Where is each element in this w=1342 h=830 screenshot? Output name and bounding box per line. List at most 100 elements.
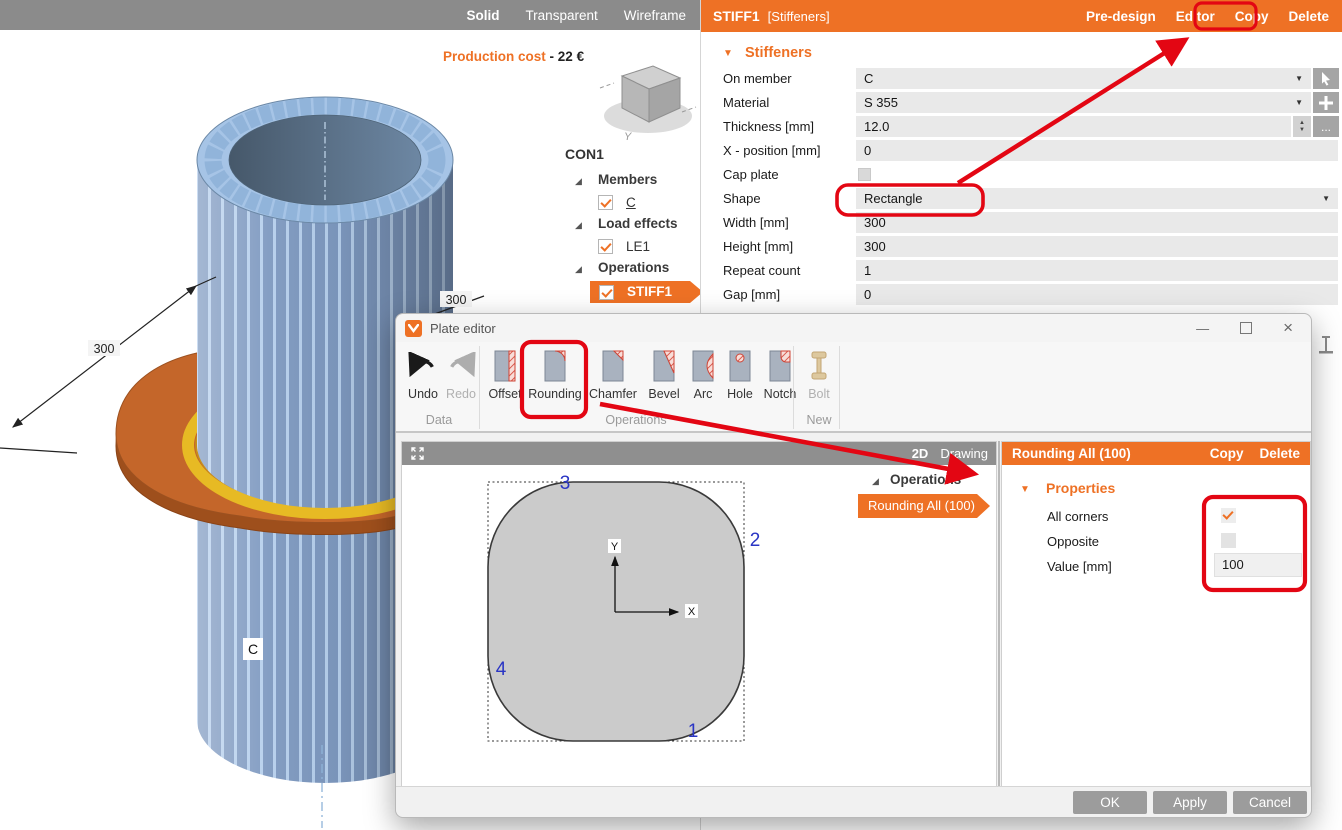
pick-member-button[interactable] bbox=[1313, 68, 1339, 89]
hole-button[interactable]: Hole bbox=[722, 346, 758, 401]
expander-icon[interactable] bbox=[575, 264, 582, 275]
redo-button[interactable]: Redo bbox=[442, 346, 480, 401]
checkbox-member-c[interactable] bbox=[598, 195, 613, 210]
dim-top-label: 300 bbox=[446, 293, 467, 307]
opposite-checkbox[interactable] bbox=[1221, 533, 1236, 548]
expand-icon[interactable] bbox=[410, 446, 425, 461]
view-mode-wireframe[interactable]: Wireframe bbox=[624, 8, 686, 23]
row-label-material: Material bbox=[723, 92, 769, 113]
view-mode-toolbar: Solid Transparent Wireframe bbox=[0, 0, 700, 30]
delete-button[interactable]: Delete bbox=[1288, 9, 1329, 24]
value-input[interactable]: 100 bbox=[1214, 553, 1302, 577]
section-stiffeners[interactable]: Stiffeners bbox=[745, 45, 812, 61]
expander-icon[interactable] bbox=[575, 176, 582, 187]
dialog-tree-rounding-all[interactable]: Rounding All (100) bbox=[858, 494, 990, 518]
row-label-x-position: X - position [mm] bbox=[723, 140, 821, 161]
view-mode-solid[interactable]: Solid bbox=[466, 8, 499, 23]
section-collapse-icon[interactable] bbox=[723, 48, 733, 59]
tree-root-con1[interactable]: CON1 bbox=[565, 146, 604, 162]
panel-splitter[interactable] bbox=[998, 441, 1000, 789]
corner-number-4: 4 bbox=[496, 659, 507, 680]
row-label-cap-plate: Cap plate bbox=[723, 164, 779, 185]
rounding-delete-button[interactable]: Delete bbox=[1259, 446, 1300, 461]
rounding-copy-button[interactable]: Copy bbox=[1210, 446, 1244, 461]
section-properties[interactable]: Properties bbox=[1046, 480, 1115, 496]
mode-drawing[interactable]: Drawing bbox=[940, 446, 988, 461]
tree-item-stiff1-label: STIFF1 bbox=[627, 281, 672, 303]
close-button[interactable]: × bbox=[1283, 318, 1293, 338]
row-label-gap: Gap [mm] bbox=[723, 284, 780, 305]
height-input[interactable]: 300 bbox=[856, 236, 1338, 257]
bolt-button[interactable]: Bolt bbox=[800, 346, 838, 401]
member-tag[interactable]: C bbox=[248, 641, 258, 657]
minimize-button[interactable]: — bbox=[1196, 321, 1209, 336]
on-member-dropdown[interactable]: C bbox=[856, 68, 1311, 89]
notch-button[interactable]: Notch bbox=[759, 346, 801, 401]
tree-item-stiff1-selected[interactable]: STIFF1 bbox=[590, 281, 703, 303]
navigation-cube[interactable]: Y bbox=[598, 50, 698, 145]
panel-subtitle: [Stiffeners] bbox=[768, 9, 830, 24]
row-label-shape: Shape bbox=[723, 188, 761, 209]
mode-2d[interactable]: 2D bbox=[912, 446, 929, 461]
add-material-button[interactable] bbox=[1313, 92, 1339, 113]
row-label-width: Width [mm] bbox=[723, 212, 789, 233]
undo-button[interactable]: Undo bbox=[404, 346, 442, 401]
tree-item-le1[interactable]: LE1 bbox=[626, 239, 650, 254]
checkbox-le1[interactable] bbox=[598, 239, 613, 254]
undo-label: Undo bbox=[404, 387, 442, 401]
tree-group-load-effects[interactable]: Load effects bbox=[598, 216, 678, 231]
panel-title: STIFF1 bbox=[713, 8, 760, 24]
checkbox-stiff1[interactable] bbox=[599, 285, 614, 300]
section-collapse-icon[interactable] bbox=[1020, 484, 1030, 495]
row-label-opposite: Opposite bbox=[1047, 531, 1099, 552]
hole-label: Hole bbox=[722, 387, 758, 401]
view-mode-transparent[interactable]: Transparent bbox=[525, 8, 597, 23]
x-position-input[interactable]: 0 bbox=[856, 140, 1338, 161]
predesign-button[interactable]: Pre-design bbox=[1086, 9, 1156, 24]
rounding-title: Rounding All (100) bbox=[1012, 446, 1131, 461]
tree-group-operations[interactable]: Operations bbox=[598, 260, 669, 275]
rounding-header: Rounding All (100) Copy Delete bbox=[1002, 442, 1310, 465]
thickness-spinner[interactable] bbox=[1293, 116, 1311, 137]
stiffener-tool-icon[interactable] bbox=[1316, 336, 1336, 360]
dialog-tree-operations[interactable]: Operations bbox=[890, 472, 961, 487]
chamfer-button[interactable]: Chamfer bbox=[584, 346, 642, 401]
editor-button[interactable]: Editor bbox=[1176, 9, 1215, 24]
drawing-header: 2D Drawing bbox=[402, 442, 996, 465]
gap-input[interactable]: 0 bbox=[856, 284, 1338, 305]
rounding-icon bbox=[543, 348, 567, 384]
offset-button[interactable]: Offset bbox=[484, 346, 526, 401]
all-corners-checkbox[interactable] bbox=[1221, 508, 1236, 523]
copy-button[interactable]: Copy bbox=[1235, 9, 1269, 24]
cursor-icon bbox=[1319, 71, 1333, 86]
dialog-titlebar[interactable]: Plate editor — × bbox=[396, 314, 1311, 342]
cancel-button[interactable]: Cancel bbox=[1233, 791, 1307, 814]
redo-icon bbox=[446, 352, 476, 380]
cap-plate-checkbox[interactable] bbox=[858, 168, 871, 181]
width-input[interactable]: 300 bbox=[856, 212, 1338, 233]
expander-icon[interactable] bbox=[872, 476, 879, 487]
drawing-panel: 2DDrawing 3 2 4 1 Y X Op bbox=[401, 441, 997, 789]
row-label-on-member: On member bbox=[723, 68, 792, 89]
tree-item-c[interactable]: C bbox=[626, 195, 636, 210]
maximize-button[interactable] bbox=[1240, 322, 1252, 334]
thickness-more-button[interactable]: ... bbox=[1313, 116, 1339, 137]
bevel-button[interactable]: Bevel bbox=[644, 346, 684, 401]
chamfer-icon bbox=[601, 348, 625, 384]
material-dropdown[interactable]: S 355 bbox=[856, 92, 1311, 113]
repeat-count-input[interactable]: 1 bbox=[856, 260, 1338, 281]
row-label-value: Value [mm] bbox=[1047, 556, 1112, 577]
toolbar-separator bbox=[479, 346, 480, 429]
row-label-height: Height [mm] bbox=[723, 236, 793, 257]
arc-button[interactable]: Arc bbox=[685, 346, 721, 401]
expander-icon[interactable] bbox=[575, 220, 582, 231]
apply-button[interactable]: Apply bbox=[1153, 791, 1227, 814]
tree-group-members[interactable]: Members bbox=[598, 172, 657, 187]
rounding-button[interactable]: Rounding bbox=[527, 346, 583, 401]
chamfer-label: Chamfer bbox=[584, 387, 642, 401]
arc-label: Arc bbox=[685, 387, 721, 401]
ok-button[interactable]: OK bbox=[1073, 791, 1147, 814]
bolt-label: Bolt bbox=[800, 387, 838, 401]
thickness-input[interactable]: 12.0 bbox=[856, 116, 1291, 137]
shape-dropdown[interactable]: Rectangle bbox=[856, 188, 1338, 209]
